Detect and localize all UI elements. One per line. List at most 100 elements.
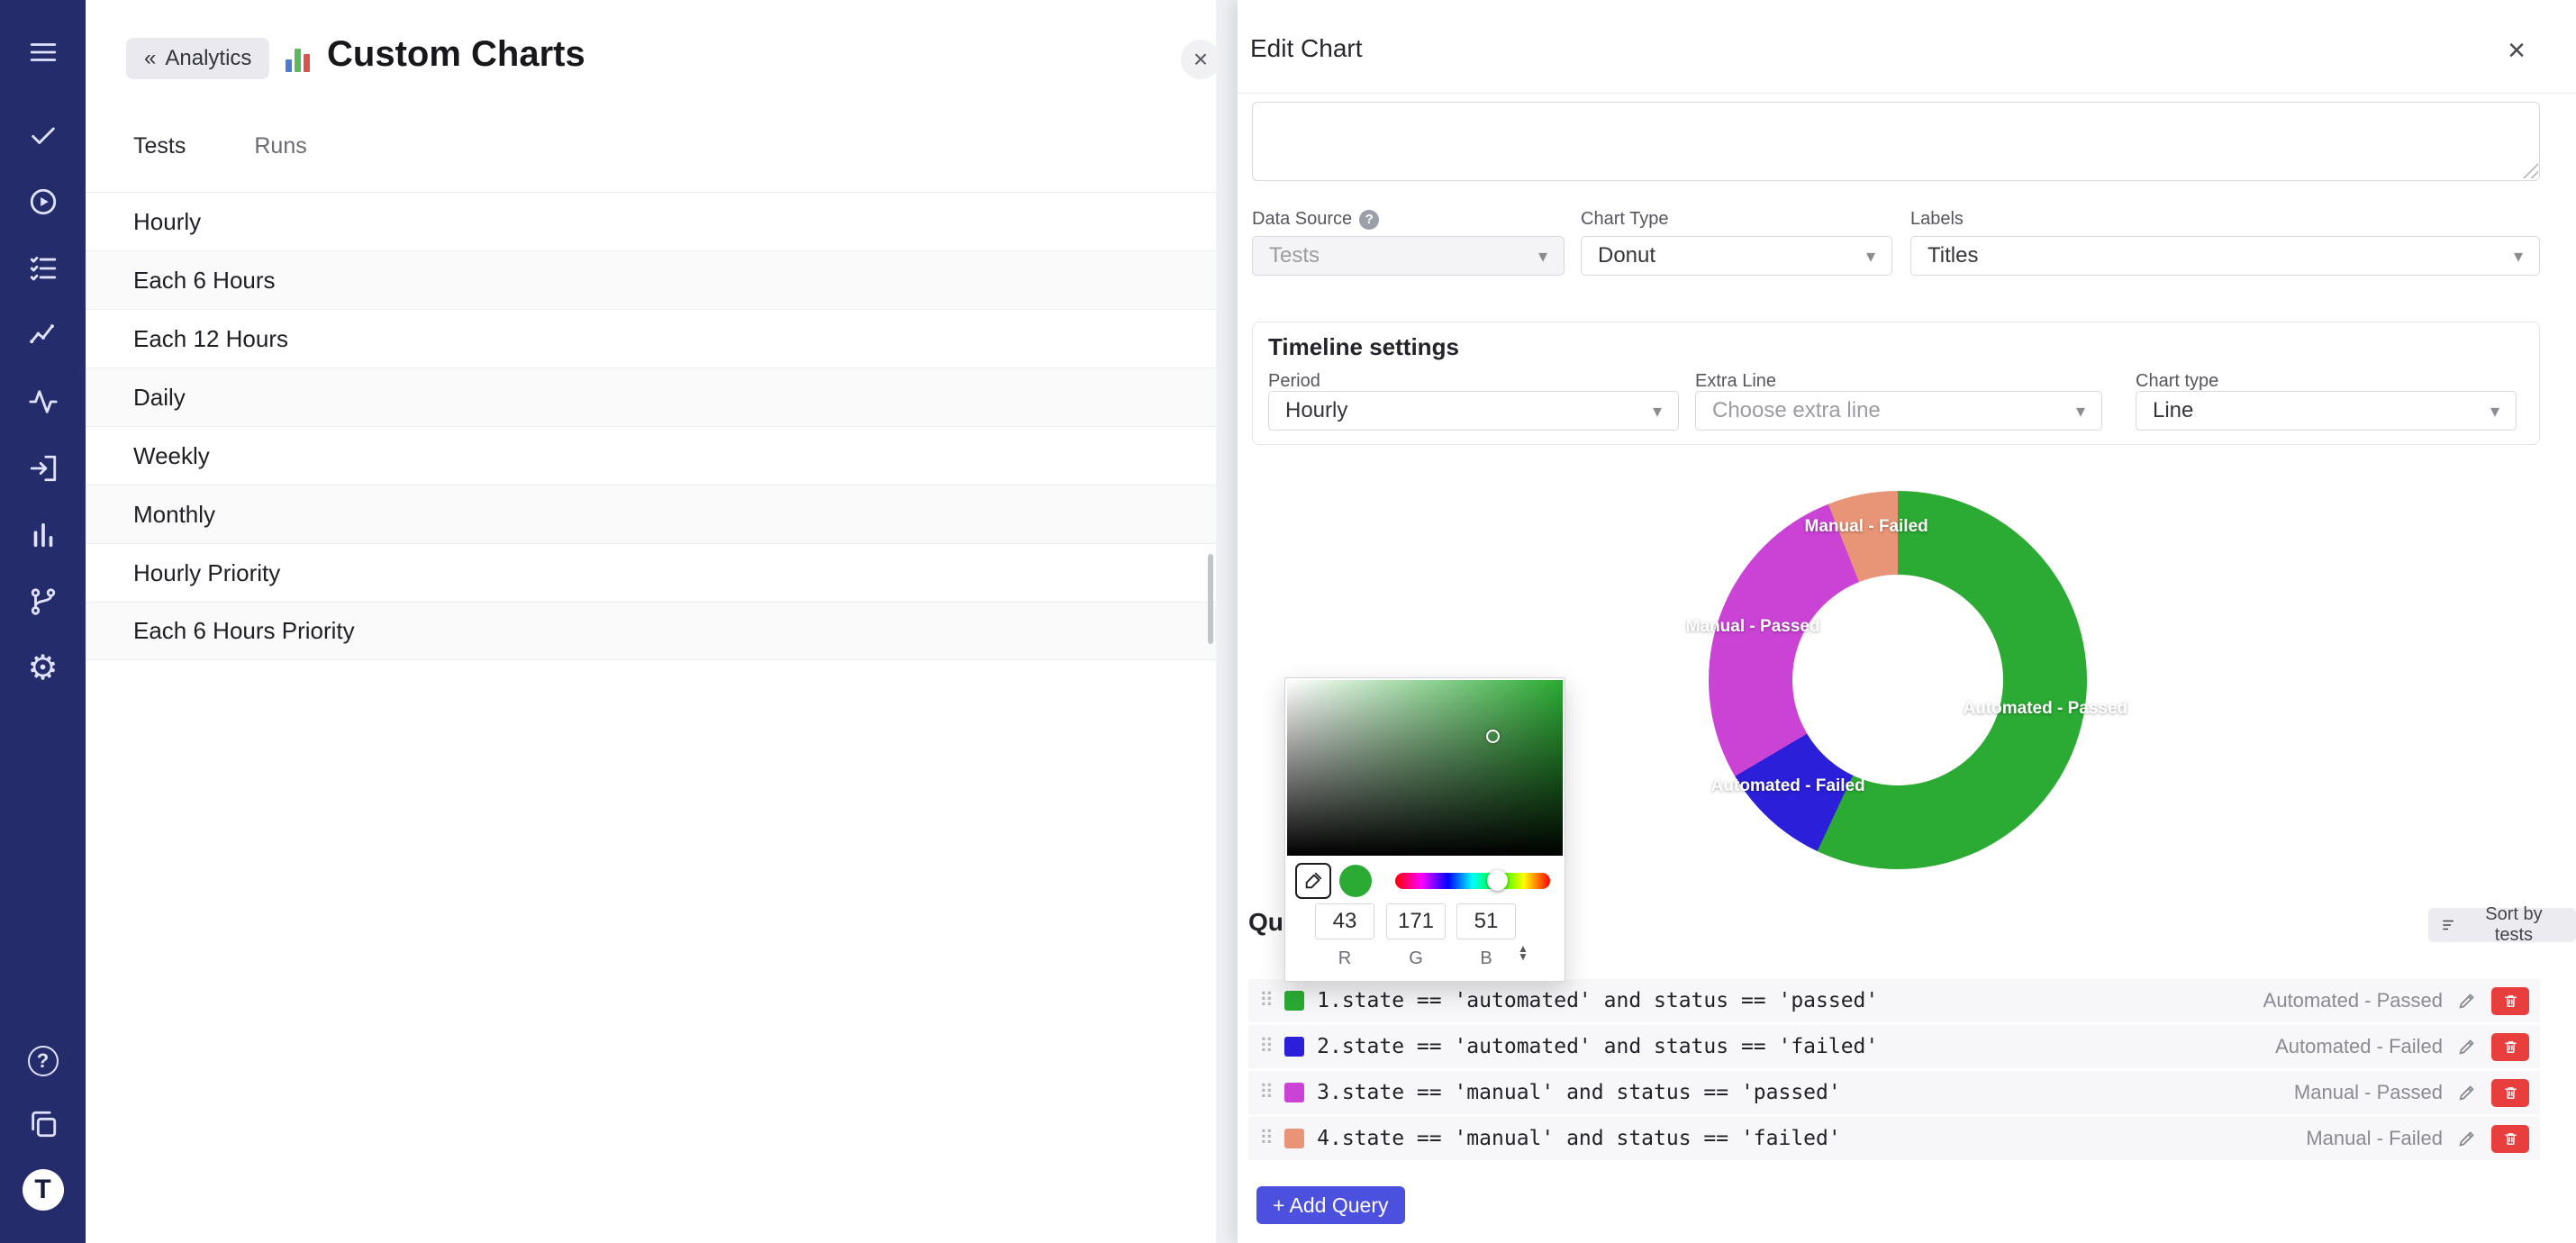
query-code: 4.state == 'manual' and status == 'faile… <box>1317 1127 1841 1150</box>
list-item[interactable]: Each 6 Hours <box>86 250 1216 309</box>
extra-line-select[interactable]: Choose extra line▾ <box>1695 391 2102 431</box>
saturation-area[interactable] <box>1287 680 1563 856</box>
query-code: 2.state == 'automated' and status == 'fa… <box>1317 1035 1878 1058</box>
period-select[interactable]: Hourly▾ <box>1268 391 1679 431</box>
tab-runs[interactable]: Runs <box>254 133 306 159</box>
donut-labels: Automated - PassedAutomated - FailedManu… <box>1709 491 2087 869</box>
hue-slider[interactable] <box>1395 873 1550 889</box>
trash-icon <box>2503 1085 2518 1101</box>
donut-segment-label: Automated - Failed <box>1711 776 1865 796</box>
extra-line-label: Extra Line <box>1695 371 1776 392</box>
edit-panel-close-button[interactable]: × <box>2497 31 2536 70</box>
projects-icon[interactable] <box>25 1106 61 1142</box>
query-color-swatch[interactable] <box>1284 1037 1304 1057</box>
description-textarea[interactable] <box>1252 102 2540 181</box>
back-chevrons: « <box>144 46 156 71</box>
trend-icon[interactable] <box>25 317 61 353</box>
drag-handle-icon[interactable]: ⠿ <box>1259 1081 1274 1104</box>
blue-label: B <box>1456 948 1516 969</box>
add-query-button[interactable]: + Add Query <box>1256 1186 1405 1224</box>
chart-type-label: Chart Type <box>1581 209 1668 230</box>
hue-thumb[interactable] <box>1487 870 1508 891</box>
color-picker-popup: R G B ▲▼ <box>1284 677 1565 982</box>
help-icon[interactable]: ? <box>25 1043 61 1079</box>
chart-emoji-icon <box>286 43 314 72</box>
donut-chart-container: Automated - PassedAutomated - FailedManu… <box>1709 491 2087 869</box>
back-label: Analytics <box>165 46 251 71</box>
labels-select[interactable]: Titles▾ <box>1910 236 2540 276</box>
list-item[interactable]: Each 6 Hours Priority <box>86 602 1216 660</box>
app-logo[interactable]: T <box>23 1169 64 1211</box>
red-input[interactable] <box>1315 903 1374 939</box>
query-rows: ⠿ 1.state == 'automated' and status == '… <box>1248 979 2540 1163</box>
custom-charts-panel: « Analytics Custom Charts × Tests Runs H… <box>86 0 1216 1243</box>
delete-query-button[interactable] <box>2491 987 2529 1015</box>
eyedropper-icon <box>1303 871 1323 891</box>
chevron-down-icon: ▾ <box>2076 400 2085 422</box>
import-icon[interactable] <box>25 450 61 486</box>
back-to-analytics-button[interactable]: « Analytics <box>126 38 269 79</box>
left-panel-close-button[interactable]: × <box>1181 40 1220 79</box>
query-label: Automated - Failed <box>2275 1035 2443 1058</box>
delete-query-button[interactable] <box>2491 1125 2529 1153</box>
checklist-icon[interactable] <box>25 250 61 286</box>
chart-type-select[interactable]: Donut▾ <box>1581 236 1892 276</box>
edit-pencil-icon[interactable] <box>2457 1129 2477 1148</box>
list-item[interactable]: Monthly <box>86 485 1216 543</box>
mode-stepper[interactable]: ▲▼ <box>1518 945 1528 961</box>
list-item[interactable]: Hourly Priority <box>86 543 1216 602</box>
labels-label: Labels <box>1910 209 1964 230</box>
list-item[interactable]: Daily <box>86 367 1216 426</box>
edit-chart-title: Edit Chart <box>1250 34 1363 63</box>
pulse-icon[interactable] <box>25 384 61 420</box>
green-input[interactable] <box>1386 903 1446 939</box>
edit-chart-panel: Edit Chart × Data Source ? Chart Type La… <box>1238 0 2576 1243</box>
list-item[interactable]: Hourly <box>86 192 1216 250</box>
drag-handle-icon[interactable]: ⠿ <box>1259 1127 1274 1150</box>
gear-icon[interactable]: ⚙ <box>25 650 61 686</box>
scrollbar-thumb[interactable] <box>1208 554 1213 644</box>
check-icon[interactable] <box>25 117 61 153</box>
tabs: Tests Runs <box>133 133 307 159</box>
edit-chart-header: Edit Chart × <box>1238 0 2576 94</box>
data-source-label: Data Source ? <box>1252 209 1379 230</box>
query-color-swatch[interactable] <box>1284 1083 1304 1102</box>
period-label: Period <box>1268 371 1320 392</box>
query-color-swatch[interactable] <box>1284 991 1304 1011</box>
page-title: Custom Charts <box>327 34 585 75</box>
drag-handle-icon[interactable]: ⠿ <box>1259 989 1274 1012</box>
bar-chart-icon[interactable] <box>25 517 61 553</box>
drag-handle-icon[interactable]: ⠿ <box>1259 1035 1274 1058</box>
timeline-settings-title: Timeline settings <box>1268 333 1459 361</box>
tab-tests[interactable]: Tests <box>133 133 186 159</box>
donut-segment-label: Manual - Failed <box>1805 517 1928 537</box>
list-item[interactable]: Each 12 Hours <box>86 309 1216 367</box>
query-color-swatch[interactable] <box>1284 1129 1304 1148</box>
eyedropper-button[interactable] <box>1295 863 1331 899</box>
edit-pencil-icon[interactable] <box>2457 991 2477 1011</box>
edit-pencil-icon[interactable] <box>2457 1037 2477 1057</box>
sort-by-tests-button[interactable]: Sort by tests <box>2428 908 2576 942</box>
red-label: R <box>1315 948 1374 969</box>
query-row: ⠿ 2.state == 'automated' and status == '… <box>1248 1025 2540 1068</box>
app-sidebar: ⚙ ? T <box>0 0 86 1243</box>
query-row: ⠿ 4.state == 'manual' and status == 'fai… <box>1248 1117 2540 1160</box>
help-question-icon[interactable]: ? <box>1359 210 1379 230</box>
delete-query-button[interactable] <box>2491 1079 2529 1107</box>
timeline-chart-type-label: Chart type <box>2136 371 2218 392</box>
delete-query-button[interactable] <box>2491 1033 2529 1061</box>
query-label: Automated - Passed <box>2263 989 2443 1012</box>
edit-pencil-icon[interactable] <box>2457 1083 2477 1102</box>
donut-segment-label: Manual - Passed <box>1686 617 1820 637</box>
menu-icon[interactable] <box>25 34 61 70</box>
sort-icon <box>2441 917 2457 933</box>
branch-icon[interactable] <box>25 584 61 620</box>
timeline-chart-type-select[interactable]: Line▾ <box>2136 391 2517 431</box>
query-label: Manual - Failed <box>2306 1127 2443 1150</box>
saturation-cursor[interactable] <box>1486 730 1500 743</box>
chevron-down-icon: ▾ <box>1538 245 1547 268</box>
play-circle-icon[interactable] <box>25 184 61 220</box>
data-source-select[interactable]: Tests▾ <box>1252 236 1565 276</box>
list-item[interactable]: Weekly <box>86 426 1216 485</box>
blue-input[interactable] <box>1456 903 1516 939</box>
